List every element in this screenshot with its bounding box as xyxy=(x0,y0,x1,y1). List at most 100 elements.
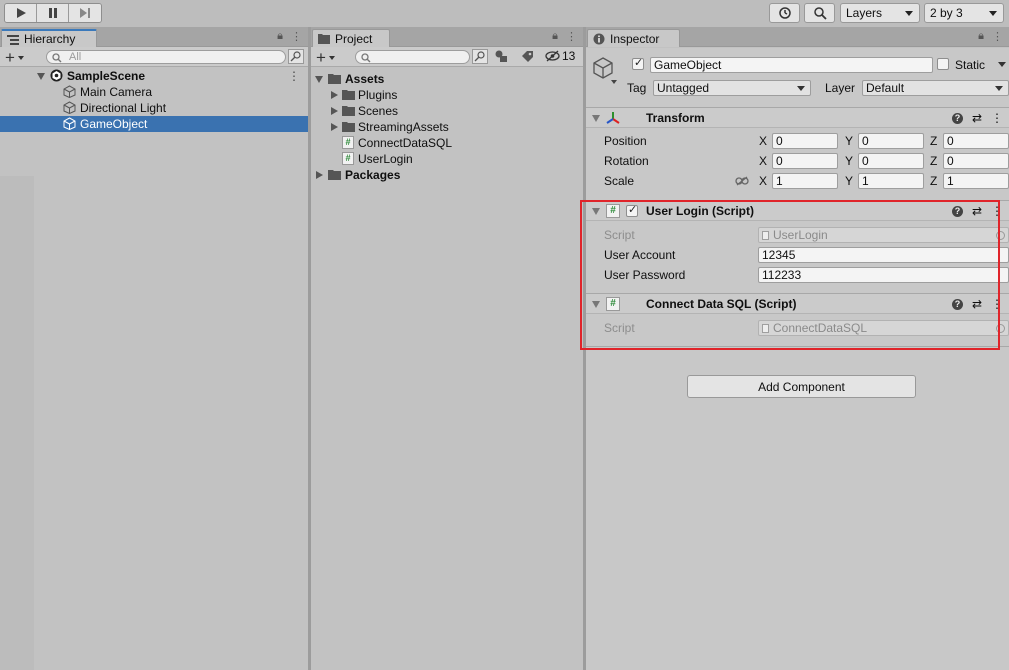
axis-y-label: Y xyxy=(845,174,854,188)
project-item-plugins[interactable]: Plugins xyxy=(311,87,583,103)
tab-hierarchy[interactable]: Hierarchy xyxy=(1,29,97,47)
help-icon[interactable]: ? xyxy=(951,112,963,124)
search-button[interactable] xyxy=(804,3,835,23)
presets-icon[interactable]: ⇄ xyxy=(972,297,982,311)
static-dropdown-icon[interactable] xyxy=(998,62,1006,67)
chevron-down-icon xyxy=(995,86,1003,91)
project-item-userlogin[interactable]: # UserLogin xyxy=(311,151,583,167)
position-z-field[interactable]: 0 xyxy=(943,133,1009,149)
history-button[interactable] xyxy=(769,3,800,23)
folder-icon xyxy=(318,33,330,47)
project-item-scenes[interactable]: Scenes xyxy=(311,103,583,119)
object-picker-icon[interactable] xyxy=(996,231,1005,240)
tag-icon xyxy=(522,51,533,62)
collapse-arrow-icon[interactable] xyxy=(316,171,323,179)
folder-icon xyxy=(328,170,341,180)
collapse-arrow-icon[interactable] xyxy=(331,123,338,131)
presets-icon[interactable]: ⇄ xyxy=(972,204,982,218)
rotation-y-value: 0 xyxy=(862,154,869,168)
user-account-field[interactable]: 12345 xyxy=(758,247,1009,263)
tab-project[interactable]: Project xyxy=(312,29,390,47)
constrain-proportions-icon[interactable] xyxy=(735,176,749,186)
more-options-icon[interactable]: ⋮ xyxy=(991,111,1003,125)
scale-x-field[interactable]: 1 xyxy=(772,173,838,189)
search-by-type-button[interactable] xyxy=(288,49,304,64)
user-password-field[interactable]: 112233 xyxy=(758,267,1009,283)
more-options-icon[interactable]: ⋮ xyxy=(288,68,300,84)
presets-icon[interactable]: ⇄ xyxy=(972,111,982,125)
search-by-type-button[interactable] xyxy=(472,49,488,64)
more-options-icon[interactable]: ⋮ xyxy=(991,204,1003,218)
layout-dropdown[interactable]: 2 by 3 xyxy=(924,3,1004,23)
component-actions: ? ⇄ ⋮ xyxy=(951,111,1003,125)
scale-z-field[interactable]: 1 xyxy=(943,173,1009,189)
hierarchy-tabbar: Hierarchy 🔒︎ ⋮ xyxy=(0,27,308,47)
connectsql-script-field[interactable]: ConnectDataSQL xyxy=(758,320,1009,336)
scale-y-field[interactable]: 1 xyxy=(858,173,924,189)
position-x-field[interactable]: 0 xyxy=(772,133,838,149)
project-search-input[interactable] xyxy=(355,50,470,64)
chevron-down-icon xyxy=(328,56,335,60)
lock-icon[interactable]: 🔒︎ xyxy=(552,30,558,43)
userlogin-title: User Login (Script) xyxy=(646,204,755,218)
pause-button[interactable] xyxy=(37,4,69,22)
filter-by-label-button[interactable] xyxy=(521,50,534,66)
hierarchy-item-gameobject[interactable]: GameObject xyxy=(0,116,308,132)
rotation-y-field[interactable]: 0 xyxy=(858,153,924,169)
component-enabled-checkbox[interactable] xyxy=(626,203,638,217)
create-button[interactable]: + xyxy=(5,48,24,68)
more-options-icon[interactable]: ⋮ xyxy=(991,297,1003,311)
collapse-arrow-icon[interactable] xyxy=(331,91,338,99)
hierarchy-scene-row[interactable]: SampleScene ⋮ xyxy=(0,68,308,84)
lock-icon[interactable]: 🔒︎ xyxy=(277,30,283,43)
expand-arrow-icon[interactable] xyxy=(315,76,323,83)
object-name-field[interactable]: GameObject xyxy=(650,57,933,73)
expand-arrow-icon[interactable] xyxy=(592,301,600,308)
hierarchy-item-directional-light[interactable]: Directional Light xyxy=(0,100,308,116)
filter-by-type-button[interactable] xyxy=(495,50,508,66)
rotation-z-field[interactable]: 0 xyxy=(943,153,1009,169)
add-component-button[interactable]: Add Component xyxy=(687,375,916,398)
main-toolbar: Layers 2 by 3 xyxy=(0,0,1009,27)
position-y-field[interactable]: 0 xyxy=(858,133,924,149)
connectsql-header[interactable]: # Connect Data SQL (Script) ? ⇄ ⋮ xyxy=(586,293,1009,314)
rotation-z-value: 0 xyxy=(947,154,954,168)
script-label: Script xyxy=(604,228,635,242)
hierarchy-search-input[interactable]: All xyxy=(46,50,286,64)
folder-icon xyxy=(342,122,355,132)
expand-arrow-icon[interactable] xyxy=(592,115,600,122)
help-icon[interactable]: ? xyxy=(951,205,963,217)
gameobject-icon-button[interactable] xyxy=(592,56,618,87)
object-picker-icon[interactable] xyxy=(996,324,1005,333)
userlogin-header[interactable]: # User Login (Script) ? ⇄ ⋮ xyxy=(586,200,1009,221)
lock-icon[interactable]: 🔒︎ xyxy=(978,30,984,43)
project-item-packages[interactable]: Packages xyxy=(311,167,583,183)
expand-arrow-icon[interactable] xyxy=(37,73,45,80)
hierarchy-item-main-camera[interactable]: Main Camera xyxy=(0,84,308,100)
help-icon[interactable]: ? xyxy=(951,298,963,310)
project-item-assets[interactable]: Assets xyxy=(311,71,583,87)
more-options-icon[interactable]: ⋮ xyxy=(992,30,1003,43)
tag-dropdown[interactable]: Untagged xyxy=(653,80,811,96)
layers-dropdown[interactable]: Layers xyxy=(840,3,920,23)
userlogin-script-field[interactable]: UserLogin xyxy=(758,227,1009,243)
tab-inspector[interactable]: Inspector xyxy=(587,29,680,47)
more-options-icon[interactable]: ⋮ xyxy=(291,30,302,43)
project-item-connectdatasql[interactable]: # ConnectDataSQL xyxy=(311,135,583,151)
step-button[interactable] xyxy=(69,4,101,22)
static-checkbox[interactable] xyxy=(937,58,949,70)
layer-dropdown[interactable]: Default xyxy=(862,80,1009,96)
chevron-down-icon xyxy=(989,11,997,16)
project-item-streamingassets[interactable]: StreamingAssets xyxy=(311,119,583,135)
transform-header[interactable]: Transform ? ⇄ ⋮ xyxy=(586,107,1009,128)
hidden-packages-toggle[interactable]: 13 xyxy=(545,49,575,63)
folder-icon xyxy=(328,74,341,84)
more-options-icon[interactable]: ⋮ xyxy=(566,30,577,43)
transform-title: Transform xyxy=(646,111,705,125)
play-button[interactable] xyxy=(5,4,37,22)
expand-arrow-icon[interactable] xyxy=(592,208,600,215)
active-checkbox[interactable] xyxy=(632,56,644,70)
create-asset-button[interactable]: + xyxy=(316,48,335,68)
rotation-x-field[interactable]: 0 xyxy=(772,153,838,169)
collapse-arrow-icon[interactable] xyxy=(331,107,338,115)
